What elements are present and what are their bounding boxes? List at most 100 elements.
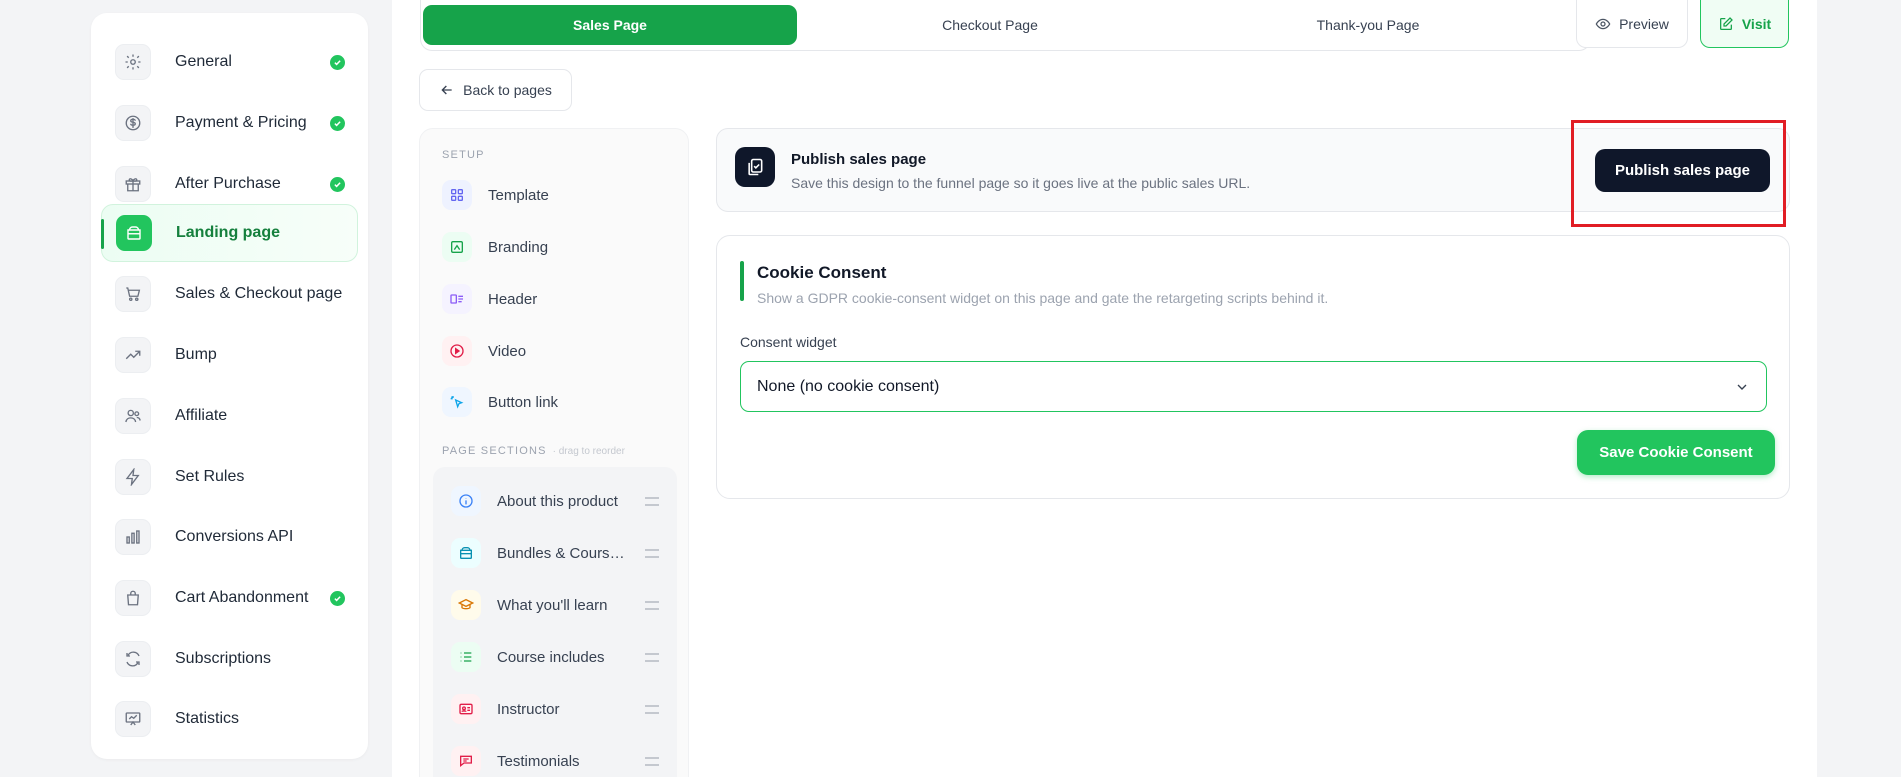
clipboard-check-icon	[735, 147, 775, 187]
setup-label: Branding	[488, 238, 549, 256]
drag-handle-icon[interactable]	[645, 652, 659, 662]
refresh-icon	[115, 641, 151, 677]
nav-label: Conversions API	[175, 528, 294, 545]
nav-label: Statistics	[175, 710, 240, 727]
drag-hint: · drag to reorder	[552, 446, 625, 457]
check-icon	[330, 54, 345, 70]
info-icon	[451, 486, 481, 516]
graduation-cap-icon	[451, 590, 481, 620]
check-icon	[330, 115, 345, 131]
tab-sales-page[interactable]: Sales Page	[423, 5, 797, 45]
setup-label: Header	[488, 290, 538, 308]
nav-item-statistics[interactable]: Statistics	[101, 690, 358, 748]
list-icon	[451, 642, 481, 672]
consent-widget-select[interactable]: None (no cookie consent)	[740, 361, 1767, 412]
cookie-title: Cookie Consent	[757, 263, 887, 282]
setup-item-branding[interactable]: Branding	[442, 227, 672, 267]
nav-item-landing-page[interactable]: Landing page	[101, 204, 358, 262]
left-sidebar: General Payment & Pricing After Purchase…	[91, 13, 368, 759]
nav-label: General	[175, 53, 232, 70]
nav-item-affiliate[interactable]: Affiliate	[101, 387, 358, 445]
preview-button[interactable]: Preview	[1576, 0, 1688, 48]
section-label: What you'll learn	[497, 596, 608, 614]
section-label: Instructor	[497, 700, 560, 718]
nav-item-subscriptions[interactable]: Subscriptions	[101, 630, 358, 688]
publish-description: Save this design to the funnel page so i…	[791, 175, 1251, 191]
section-label: Bundles & Courses included	[497, 544, 630, 562]
setup-label: Video	[488, 342, 527, 360]
nav-item-general[interactable]: General	[101, 33, 358, 91]
page-sections-list: About this product Bundles & Courses inc…	[433, 467, 677, 777]
drag-handle-icon[interactable]	[645, 756, 659, 766]
check-icon	[330, 176, 345, 192]
section-label: Testimonials	[497, 752, 580, 770]
section-accent-bar	[740, 261, 744, 301]
page-sections-heading: PAGE SECTIONS · drag to reorder	[442, 445, 625, 457]
setup-item-button-link[interactable]: Button link	[442, 382, 672, 422]
chat-icon	[451, 746, 481, 776]
cookie-consent-card: Cookie Consent Show a GDPR cookie-consen…	[716, 235, 1790, 499]
section-item-about[interactable]: About this product	[451, 481, 663, 521]
sections-heading-text: PAGE SECTIONS	[442, 445, 547, 457]
back-label: Back to pages	[463, 82, 552, 98]
setup-item-header[interactable]: Header	[442, 279, 672, 319]
shopping-bag-icon	[115, 580, 151, 616]
package-icon	[451, 538, 481, 568]
nav-item-set-rules[interactable]: Set Rules	[101, 448, 358, 506]
nav-item-conversions-api[interactable]: Conversions API	[101, 508, 358, 566]
editor-sidebar: SETUP Template Branding Header Video But…	[419, 128, 689, 777]
nav-item-cart-abandonment[interactable]: Cart Abandonment	[101, 569, 358, 627]
header-layout-icon	[442, 284, 472, 314]
visit-button[interactable]: Visit	[1700, 0, 1789, 48]
id-card-icon	[451, 694, 481, 724]
external-edit-icon	[1719, 16, 1733, 30]
setup-item-video[interactable]: Video	[442, 331, 672, 371]
section-label: About this product	[497, 492, 618, 510]
nav-item-sales-checkout[interactable]: Sales & Checkout page	[101, 265, 358, 323]
section-item-bundles[interactable]: Bundles & Courses included	[451, 533, 663, 573]
section-label: Course includes	[497, 648, 605, 666]
cookie-description: Show a GDPR cookie-consent widget on thi…	[757, 290, 1329, 306]
back-to-pages-button[interactable]: Back to pages	[419, 69, 572, 111]
drag-handle-icon[interactable]	[645, 548, 659, 558]
section-item-what-youll-learn[interactable]: What you'll learn	[451, 585, 663, 625]
section-item-testimonials[interactable]: Testimonials	[451, 741, 663, 777]
highlight-annotation	[1571, 120, 1786, 227]
play-icon	[442, 336, 472, 366]
nav-item-payment-pricing[interactable]: Payment & Pricing	[101, 94, 358, 152]
bar-chart-icon	[115, 519, 151, 555]
drag-handle-icon[interactable]	[645, 600, 659, 610]
consent-widget-label: Consent widget	[740, 334, 837, 350]
consent-widget-value: None (no cookie consent)	[757, 377, 940, 395]
users-icon	[115, 398, 151, 434]
layout-icon	[116, 215, 152, 251]
setup-item-template[interactable]: Template	[442, 175, 672, 215]
arrow-left-icon	[441, 85, 452, 95]
setup-label: Template	[488, 186, 549, 204]
trending-up-icon	[115, 337, 151, 373]
cart-icon	[115, 276, 151, 312]
publish-title: Publish sales page	[791, 151, 927, 168]
gift-icon	[115, 166, 151, 202]
nav-label: After Purchase	[175, 175, 281, 192]
section-item-course-includes[interactable]: Course includes	[451, 637, 663, 677]
presentation-chart-icon	[115, 701, 151, 737]
eye-icon	[1595, 18, 1611, 29]
main-panel: Sales Page Checkout Page Thank-you Page …	[392, 0, 1817, 777]
brush-icon	[442, 232, 472, 262]
page-tabs: Sales Page Checkout Page Thank-you Page	[420, 0, 1591, 51]
nav-label: Subscriptions	[175, 650, 272, 667]
tab-thank-you-page[interactable]: Thank-you Page	[1181, 5, 1555, 45]
drag-handle-icon[interactable]	[645, 704, 659, 714]
grid-icon	[442, 180, 472, 210]
nav-item-bump[interactable]: Bump	[101, 326, 358, 384]
setup-heading: SETUP	[442, 149, 485, 161]
lightning-icon	[115, 459, 151, 495]
drag-handle-icon[interactable]	[645, 496, 659, 506]
nav-label: Payment & Pricing	[175, 114, 307, 131]
tab-checkout-page[interactable]: Checkout Page	[803, 5, 1177, 45]
dollar-icon	[115, 105, 151, 141]
save-cookie-consent-button[interactable]: Save Cookie Consent	[1577, 430, 1775, 475]
section-item-instructor[interactable]: Instructor	[451, 689, 663, 729]
nav-label: Sales & Checkout page	[175, 285, 343, 302]
